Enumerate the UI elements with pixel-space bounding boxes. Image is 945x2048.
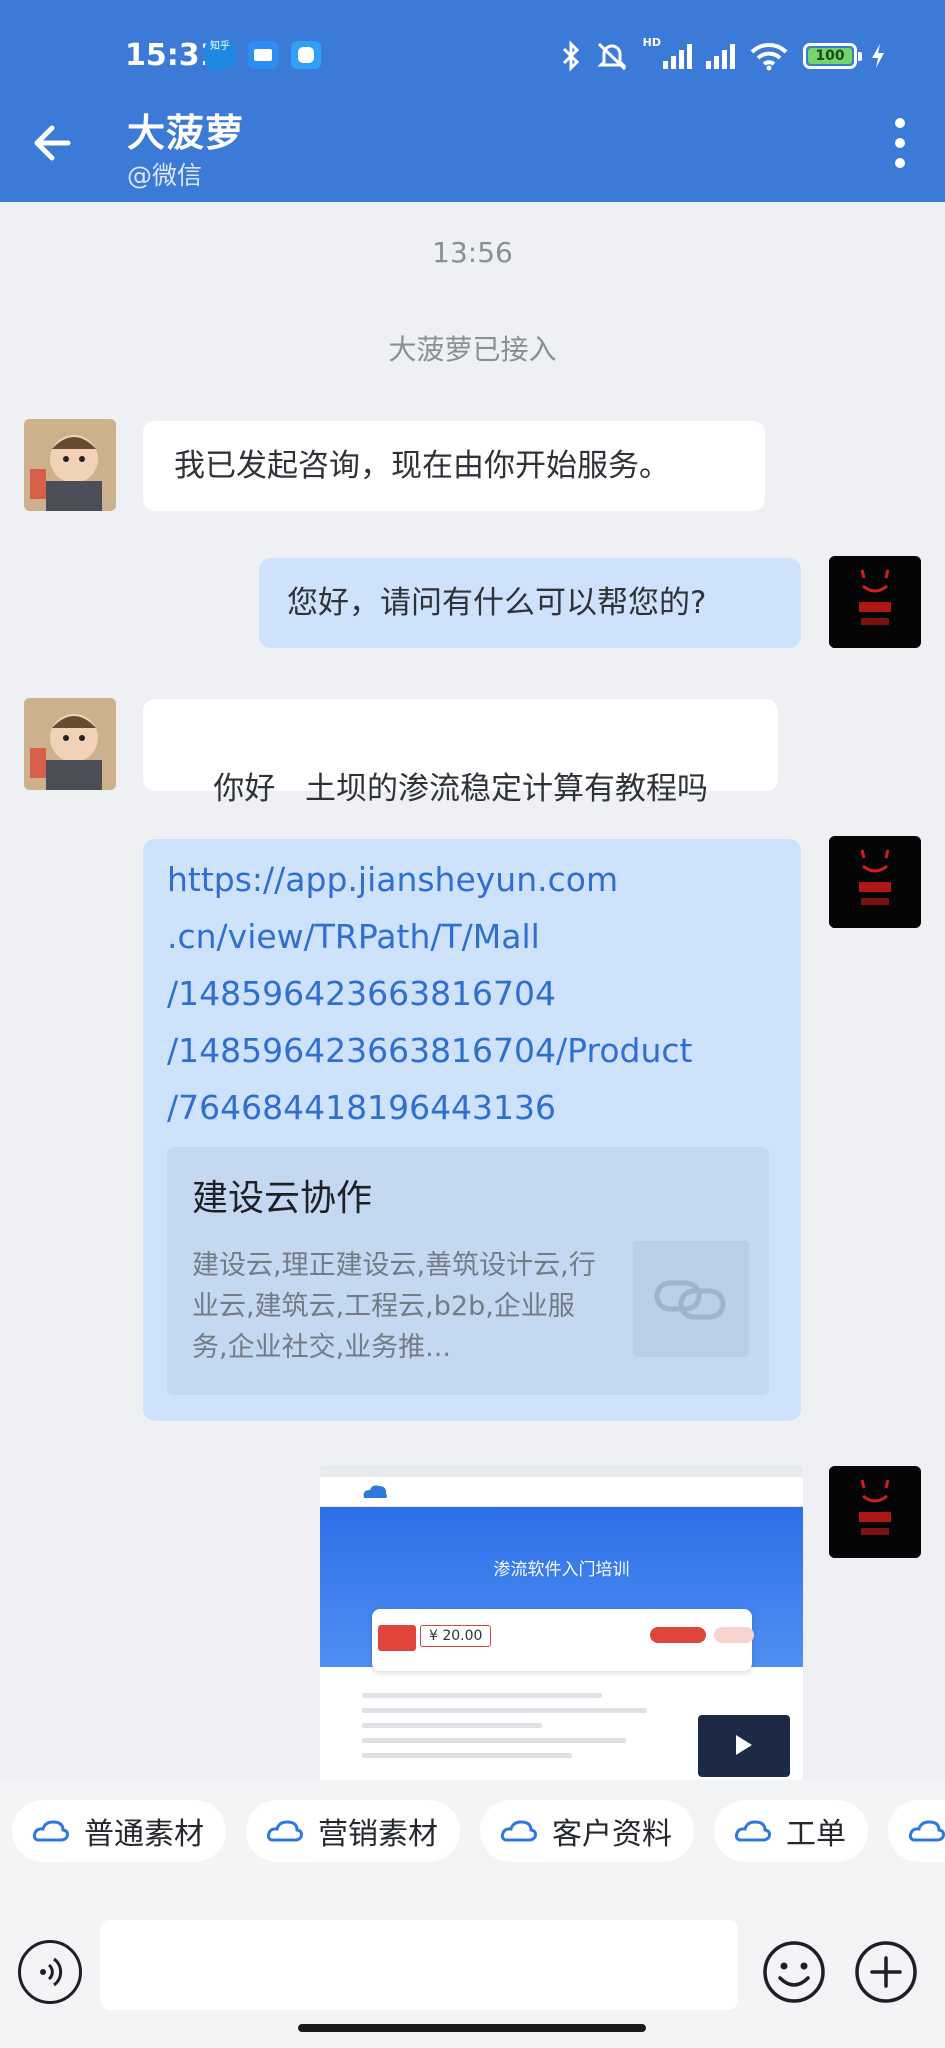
quick-action-label: 营销素材 — [318, 1817, 438, 1852]
input-bar — [0, 1900, 945, 2048]
mail-notification-icon — [248, 41, 278, 69]
screenshot-hero-title: 渗流软件入门培训 — [493, 1560, 630, 1580]
message-input[interactable] — [100, 1920, 738, 2010]
quick-action-ticket[interactable]: 工单 — [714, 1800, 868, 1862]
message-text: 你好 土坝的渗流稳定计算有教程吗 — [213, 771, 708, 807]
bluetooth-icon — [562, 40, 579, 72]
status-bar: 15:31 知乎 HD 100 — [0, 0, 945, 110]
battery-icon: 100 — [803, 43, 862, 69]
agent-avatar[interactable] — [829, 836, 921, 928]
emoji-icon[interactable] — [762, 1940, 826, 2004]
screenshot-price: ¥ 20.00 — [420, 1625, 492, 1647]
quick-action-more[interactable] — [888, 1800, 945, 1862]
quick-action-general-material[interactable]: 普通素材 — [12, 1800, 226, 1862]
agent-avatar[interactable] — [829, 556, 921, 648]
battery-level: 100 — [808, 48, 852, 64]
more-options-icon[interactable] — [895, 118, 907, 168]
site-logo-icon — [363, 1485, 388, 1498]
mute-bell-icon — [597, 42, 627, 71]
quick-action-label: 客户资料 — [552, 1817, 672, 1852]
chat-area[interactable]: 13:56 大菠萝已接入 我已发起咨询，现在由你开始服务。 您好，请问有什么可以… — [0, 202, 945, 1780]
message-bubble-in[interactable]: 我已发起咨询，现在由你开始服务。 — [143, 421, 765, 511]
quick-action-customer-info[interactable]: 客户资料 — [480, 1800, 694, 1862]
customer-avatar[interactable] — [24, 419, 116, 511]
customer-avatar[interactable] — [24, 698, 116, 790]
back-arrow-icon[interactable] — [28, 118, 78, 168]
charging-icon — [872, 44, 884, 68]
quick-actions-bar: 普通素材 营销素材 客户资料 工单 — [0, 1780, 945, 1900]
screenshot-navbar — [320, 1477, 803, 1507]
status-icons: HD 100 — [561, 36, 885, 76]
quick-action-marketing-material[interactable]: 营销素材 — [246, 1800, 460, 1862]
message-bubble-out[interactable]: 您好，请问有什么可以帮您的? — [259, 558, 801, 648]
cloud-icon — [908, 1820, 945, 1842]
cloud-icon — [266, 1820, 303, 1842]
app-header: 15:31 知乎 HD 100 大菠萝 @微信 — [0, 0, 945, 202]
link-url[interactable]: https://app.jiansheyun.com .cn/view/TRPa… — [167, 851, 727, 1136]
quick-action-label: 工单 — [786, 1817, 846, 1852]
message-text: 我已发起咨询，现在由你开始服务。 — [174, 448, 670, 484]
signal-2-icon — [706, 43, 735, 69]
zhihu-notification-icon: 知乎 — [205, 41, 235, 69]
app-notification-icon — [291, 41, 321, 69]
screenshot-body — [362, 1693, 662, 1768]
link-chain-icon — [654, 1280, 726, 1320]
screenshot-video-thumb — [698, 1715, 790, 1777]
cloud-icon — [32, 1820, 69, 1842]
quick-action-label: 普通素材 — [84, 1817, 204, 1852]
link-message-card[interactable]: https://app.jiansheyun.com .cn/view/TRPa… — [143, 839, 801, 1421]
message-timestamp: 13:56 — [432, 236, 513, 269]
system-notice: 大菠萝已接入 — [388, 333, 557, 366]
link-preview-description: 建设云,理正建设云,善筑设计云,行业云,建筑云,工程云,b2b,企业服务,企业社… — [192, 1250, 596, 1363]
cloud-icon — [734, 1820, 771, 1842]
wifi-icon — [750, 42, 788, 71]
link-preview-title: 建设云协作 — [192, 1178, 373, 1219]
home-indicator[interactable] — [298, 2024, 646, 2032]
chat-title: 大菠萝 — [127, 111, 245, 155]
agent-avatar[interactable] — [829, 1466, 921, 1558]
voice-input-icon[interactable] — [18, 1940, 82, 2004]
link-url-line: /764684418196443136 — [167, 1088, 557, 1127]
link-thumbnail — [633, 1241, 749, 1357]
link-preview[interactable]: 建设云协作 建设云,理正建设云,善筑设计云,行业云,建筑云,工程云,b2b,企业… — [167, 1147, 769, 1395]
link-url-line: .cn/view/TRPath/T/Mall — [167, 917, 540, 956]
message-bubble-in[interactable]: 你好 土坝的渗流稳定计算有教程吗 — [143, 699, 778, 807]
image-message[interactable]: 渗流软件入门培训 ¥ 20.00 — [320, 1465, 803, 1780]
message-text: 您好，请问有什么可以帮您的? — [287, 585, 707, 621]
screenshot-pricebox: ¥ 20.00 — [372, 1609, 754, 1671]
chat-subtitle: @微信 — [127, 161, 203, 190]
link-url-line: /148596423663816704 — [167, 974, 557, 1013]
link-url-line: /148596423663816704/Product — [167, 1031, 693, 1070]
link-url-line: https://app.jiansheyun.com — [167, 860, 619, 899]
cloud-icon — [500, 1820, 537, 1842]
add-attachment-icon[interactable] — [854, 1940, 918, 2004]
signal-1-icon — [663, 43, 692, 69]
hd-label: HD — [642, 36, 661, 49]
